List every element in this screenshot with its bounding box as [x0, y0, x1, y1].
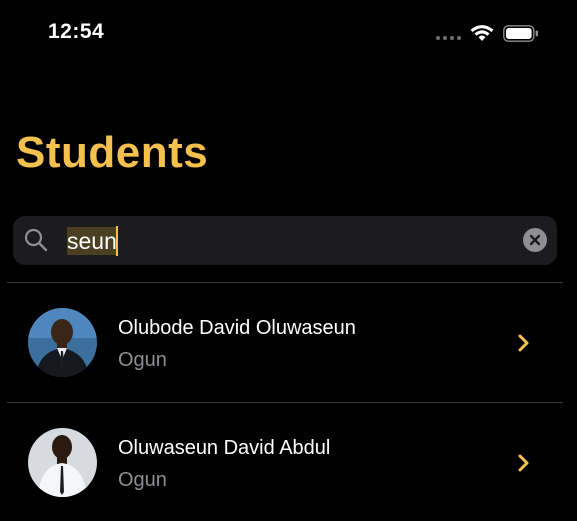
signal-icon — [436, 36, 461, 40]
student-region: Ogun — [118, 469, 167, 491]
status-time: 12:54 — [48, 20, 105, 43]
chevron-right-icon — [518, 454, 529, 472]
avatar — [28, 308, 97, 377]
avatar — [28, 428, 97, 497]
student-name: Oluwaseun David Abdul — [118, 437, 331, 459]
student-row-2[interactable]: Oluwaseun David Abdul Ogun — [0, 403, 577, 521]
app-screen: 12:54 Students seun Olubode David Oluwas… — [0, 0, 577, 511]
search-input[interactable]: seun — [67, 227, 117, 255]
student-row-1[interactable]: Olubode David Oluwaseun Ogun — [0, 283, 577, 401]
page-title: Students — [16, 128, 209, 177]
student-region: Ogun — [118, 349, 167, 371]
search-icon — [24, 228, 48, 252]
search-bar[interactable]: seun — [13, 216, 557, 265]
student-name: Olubode David Oluwaseun — [118, 317, 356, 339]
wifi-icon — [470, 25, 494, 41]
clear-icon[interactable] — [523, 228, 547, 252]
text-caret — [116, 226, 118, 256]
battery-icon — [503, 25, 538, 42]
status-bar: 12:54 — [0, 0, 577, 60]
chevron-right-icon — [518, 334, 529, 352]
